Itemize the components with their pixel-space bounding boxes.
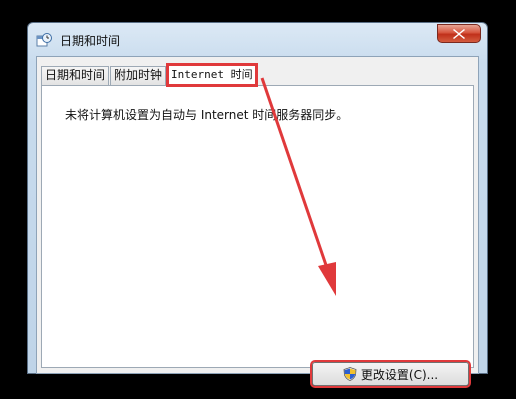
change-settings-button[interactable]: 更改设置(C)... [312, 362, 469, 386]
dialog-body: 日期和时间 附加时钟 Internet 时间 未将计算机设置为自动与 Inter… [36, 56, 479, 386]
uac-shield-icon [343, 367, 357, 381]
clock-calendar-icon [36, 32, 52, 48]
close-button[interactable] [437, 24, 481, 43]
window-title: 日期和时间 [60, 34, 121, 48]
close-icon [453, 28, 465, 39]
tab-internet-time[interactable]: Internet 时间 [166, 63, 258, 87]
tab-strip: 日期和时间 附加时钟 Internet 时间 [41, 63, 258, 87]
date-time-window: 日期和时间 日期和时间 附加时钟 Internet 时间 未将计算机设置为自动与… [27, 22, 488, 386]
sync-status-message: 未将计算机设置为自动与 Internet 时间服务器同步。 [65, 108, 349, 122]
tab-date-time[interactable]: 日期和时间 [41, 66, 110, 85]
title-bar[interactable]: 日期和时间 [28, 23, 487, 55]
tab-additional-clocks[interactable]: 附加时钟 [110, 66, 167, 85]
change-settings-label: 更改设置(C)... [360, 367, 439, 382]
tab-panel: 未将计算机设置为自动与 Internet 时间服务器同步。 更改设置(C)... [41, 85, 474, 386]
